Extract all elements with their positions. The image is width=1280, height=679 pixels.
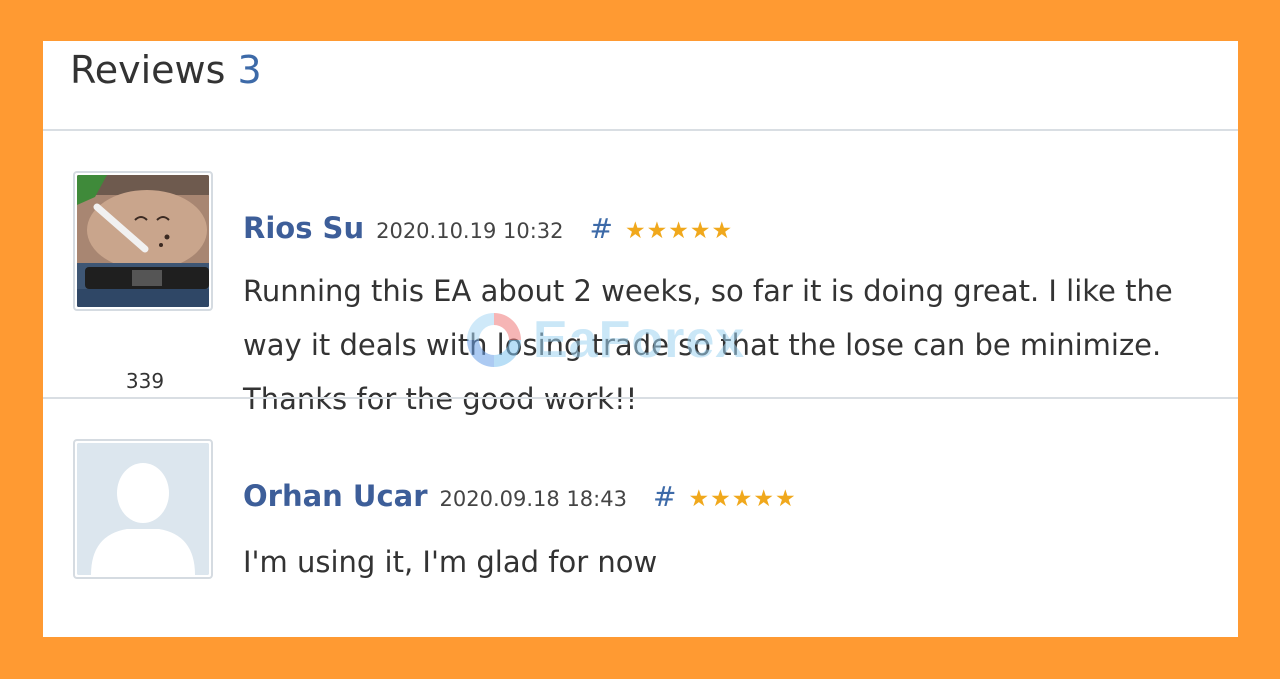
review-meta: Rios Su 2020.10.19 10:32 # ★ ★ ★ ★ ★ [243,211,732,245]
review-meta: Orhan Ucar 2020.09.18 18:43 # ★ ★ ★ ★ ★ [243,479,796,513]
star-icon: ★ [710,486,731,512]
review-item: 208 Orhan Ucar 2020.09.18 18:43 # ★ ★ ★ … [43,399,1238,637]
star-icon: ★ [753,486,774,512]
user-photo-icon [77,175,209,307]
reviews-count[interactable]: 3 [237,48,261,92]
permalink-hash[interactable]: # [590,212,613,245]
avatar[interactable] [73,439,213,579]
user-silhouette-graphic [77,443,209,575]
star-icon: ★ [731,486,753,512]
avatar[interactable] [73,171,213,311]
default-user-icon [77,443,209,575]
star-rating: ★ ★ ★ ★ ★ [625,220,732,243]
review-item: 339 Rios Su 2020.10.19 10:32 # ★ ★ ★ ★ ★… [43,131,1238,416]
permalink-hash[interactable]: # [653,480,676,513]
star-icon: ★ [711,218,733,244]
reviews-title: Reviews [70,48,226,92]
star-rating: ★ ★ ★ ★ ★ [688,488,795,511]
star-icon: ★ [646,218,668,244]
star-icon: ★ [774,486,796,512]
user-photo-graphic [77,175,209,307]
reviews-heading: Reviews 3 [70,45,262,95]
review-date: 2020.10.19 10:32 [376,219,564,243]
author-link[interactable]: Orhan Ucar [243,479,428,513]
reviews-panel: Reviews 3 339 Rios Su 2020.10.19 10:32 #… [43,41,1238,637]
review-text: I'm using it, I'm glad for now [243,545,658,579]
star-icon: ★ [689,218,711,244]
author-link[interactable]: Rios Su [243,211,364,245]
user-rating: 339 [125,369,165,393]
review-date: 2020.09.18 18:43 [439,487,627,511]
star-icon: ★ [688,486,710,512]
star-icon: ★ [668,218,689,244]
star-icon: ★ [625,218,646,244]
